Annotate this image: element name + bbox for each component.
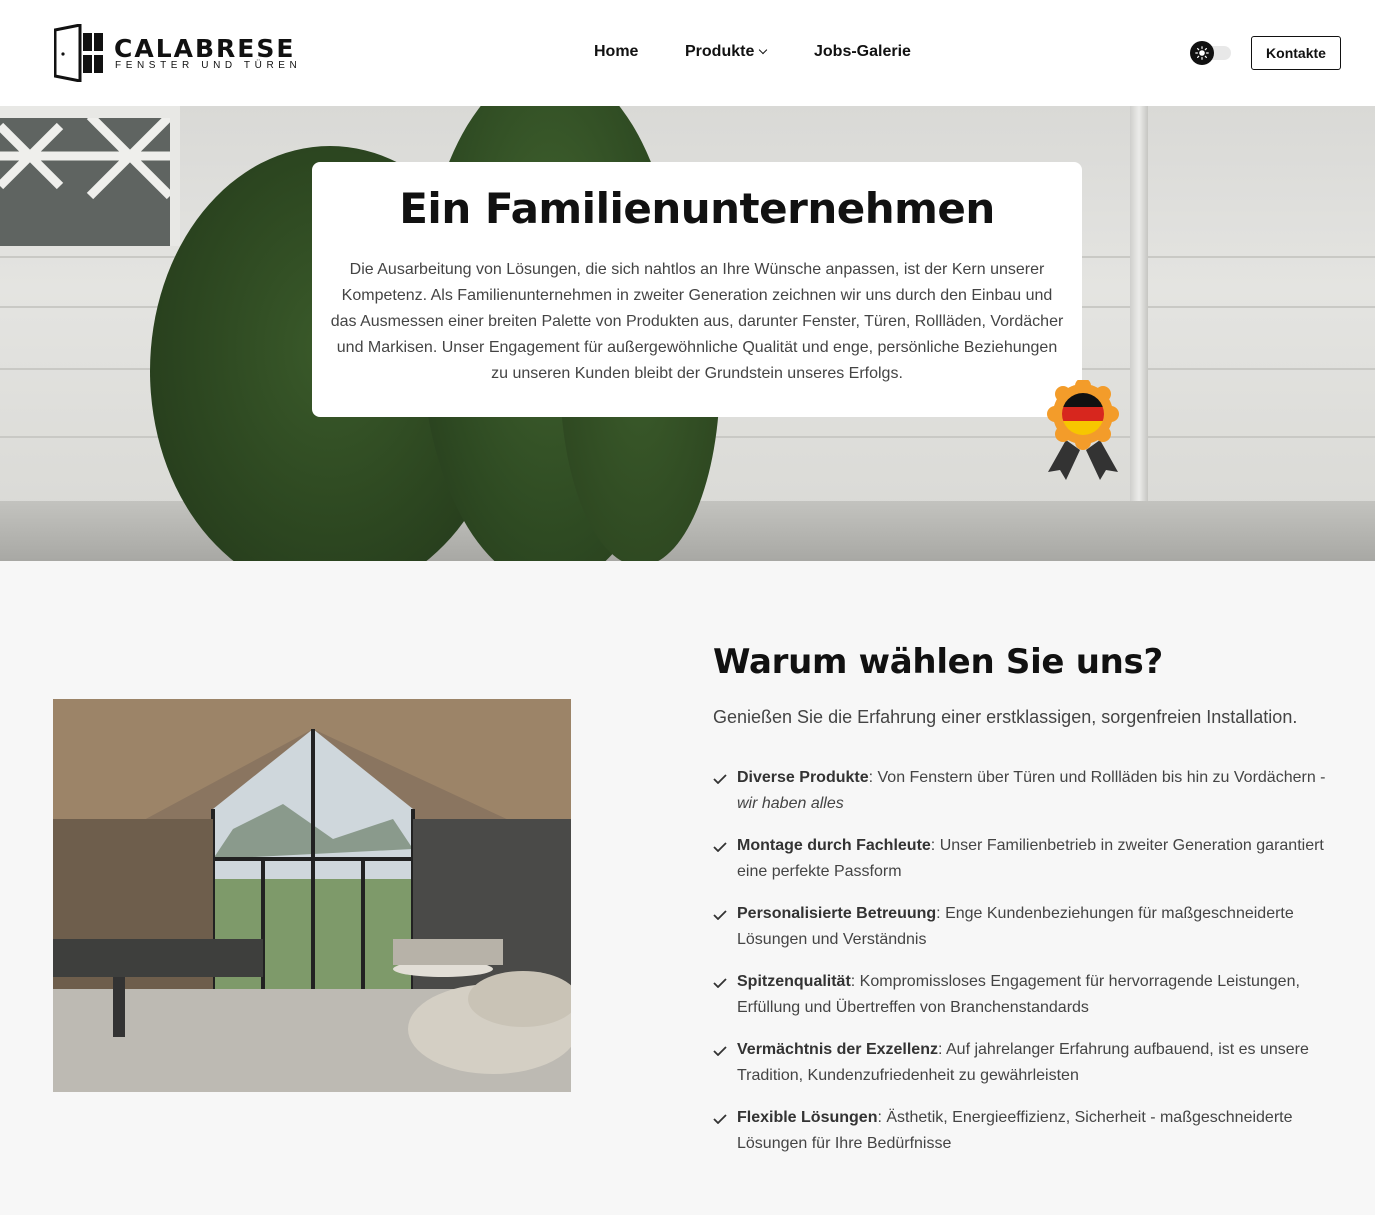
check-icon (713, 1114, 727, 1124)
list-item: Diverse Produkte: Von Fenstern über Türe… (713, 765, 1343, 817)
list-item: Flexible Lösungen: Ästhetik, Energieeffi… (713, 1105, 1343, 1157)
hero-background-window (0, 106, 180, 246)
brand-logo[interactable]: CALABRESE FENSTER UND TÜREN (54, 24, 314, 82)
benefit-title: Spitzenqualität (737, 973, 851, 990)
door-logo-icon (54, 24, 103, 82)
hero-section: Ein Familienunternehmen Die Ausarbeitung… (0, 106, 1375, 561)
hero-card: Ein Familienunternehmen Die Ausarbeitung… (312, 162, 1082, 417)
benefit-title: Vermächtnis der Exzellenz (737, 1041, 938, 1058)
logo-name: CALABRESE (114, 34, 296, 63)
site-header: CALABRESE FENSTER UND TÜREN Home Produkt… (0, 0, 1375, 106)
interior-photo-graphic (53, 699, 571, 1092)
chevron-down-icon (759, 45, 768, 55)
list-item: Spitzenqualität: Kompromissloses Engagem… (713, 969, 1343, 1021)
interior-photo (53, 699, 571, 1092)
why-subtitle: Genießen Sie die Erfahrung einer erstkla… (713, 707, 1298, 727)
benefit-emphasis: wir haben alles (737, 795, 844, 812)
nav-home[interactable]: Home (594, 43, 638, 61)
benefit-title: Diverse Produkte (737, 769, 869, 786)
nav-produkte-label: Produkte (685, 43, 755, 60)
nav-jobs-galerie[interactable]: Jobs-Galerie (814, 43, 911, 61)
benefit-title: Personalisierte Betreuung (737, 905, 937, 922)
toggle-knob (1190, 41, 1214, 65)
benefit-text: : Von Fenstern über Türen und Rollläden … (868, 769, 1326, 786)
contact-button[interactable]: Kontakte (1251, 36, 1341, 70)
logo-subtitle: FENSTER UND TÜREN (115, 60, 302, 71)
sun-icon (1195, 46, 1209, 60)
check-icon (713, 910, 727, 920)
benefit-title: Flexible Lösungen (737, 1109, 878, 1126)
list-item: Vermächtnis der Exzellenz: Auf jahrelang… (713, 1037, 1343, 1089)
list-item: Personalisierte Betreuung: Enge Kundenbe… (713, 901, 1343, 953)
theme-toggle[interactable] (1190, 41, 1232, 65)
check-icon (713, 1046, 727, 1056)
hero-text: Die Ausarbeitung von Lösungen, die sich … (330, 261, 1064, 382)
hero-title: Ein Familienunternehmen (399, 184, 995, 233)
window-lattice-graphic (0, 106, 180, 246)
list-item: Montage durch Fachleute: Unser Familienb… (713, 833, 1343, 885)
check-icon (713, 978, 727, 988)
check-icon (713, 842, 727, 852)
nav-produkte[interactable]: Produkte (685, 43, 768, 61)
check-icon (713, 774, 727, 784)
benefit-title: Montage durch Fachleute (737, 837, 931, 854)
german-flag-award-icon (1047, 380, 1119, 480)
benefits-list: Diverse Produkte: Von Fenstern über Türe… (713, 765, 1343, 1173)
wall-pipe (1130, 106, 1148, 561)
why-title: Warum wählen Sie uns? (713, 642, 1163, 682)
